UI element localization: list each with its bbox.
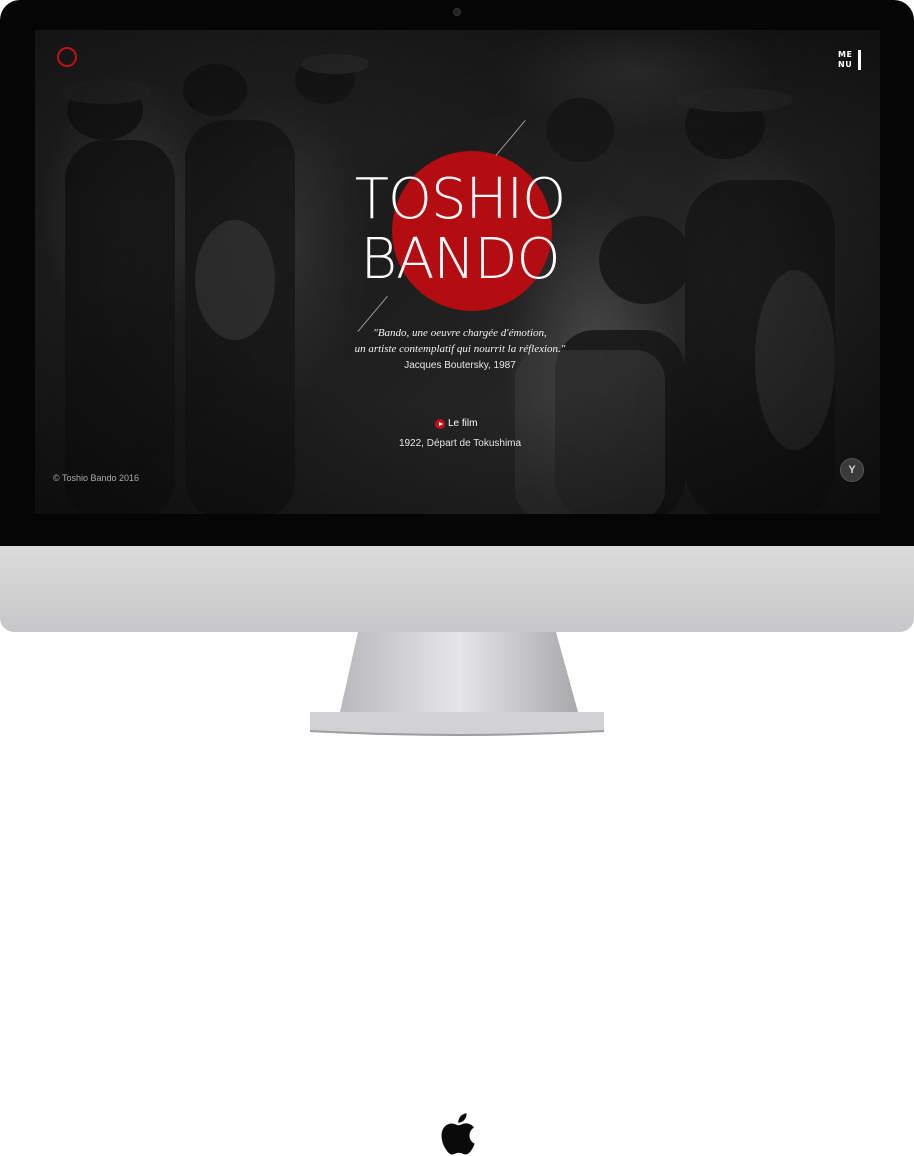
- film-link[interactable]: Le film: [415, 418, 515, 432]
- camera-dot: [453, 8, 461, 16]
- quote-author: Jacques Boutersky, 1987: [404, 360, 516, 371]
- quote-line-2: un artiste contemplatif qui nourrit la r…: [354, 343, 566, 355]
- title-line-1: TOSHIO: [354, 167, 567, 232]
- film-link-label: Le film: [448, 418, 478, 429]
- imac-chin: [0, 546, 914, 1155]
- apple-logo-icon: [441, 1113, 475, 1155]
- website-screen: ME NU TOSHIO BANDO "Bando, une oeuvre cha…: [35, 30, 880, 514]
- quote-line-1: "Bando, une oeuvre chargée d'émotion,: [373, 327, 547, 339]
- corner-y-button[interactable]: Y: [840, 458, 864, 482]
- page-title: TOSHIO BANDO: [305, 170, 615, 290]
- menu-button[interactable]: ME NU: [838, 50, 862, 72]
- quote: "Bando, une oeuvre chargée d'émotion, un…: [315, 325, 605, 357]
- copyright: © Toshio Bando 2016: [53, 473, 140, 483]
- menu-label: ME NU: [838, 50, 853, 69]
- play-circle-icon: [435, 419, 445, 429]
- imac-stand: [310, 632, 604, 736]
- logo-circle-icon[interactable]: [57, 47, 77, 67]
- title-line-2: BANDO: [360, 227, 560, 292]
- film-subtitle: 1922, Départ de Tokushima: [398, 438, 522, 449]
- menu-bar-icon: [858, 50, 861, 70]
